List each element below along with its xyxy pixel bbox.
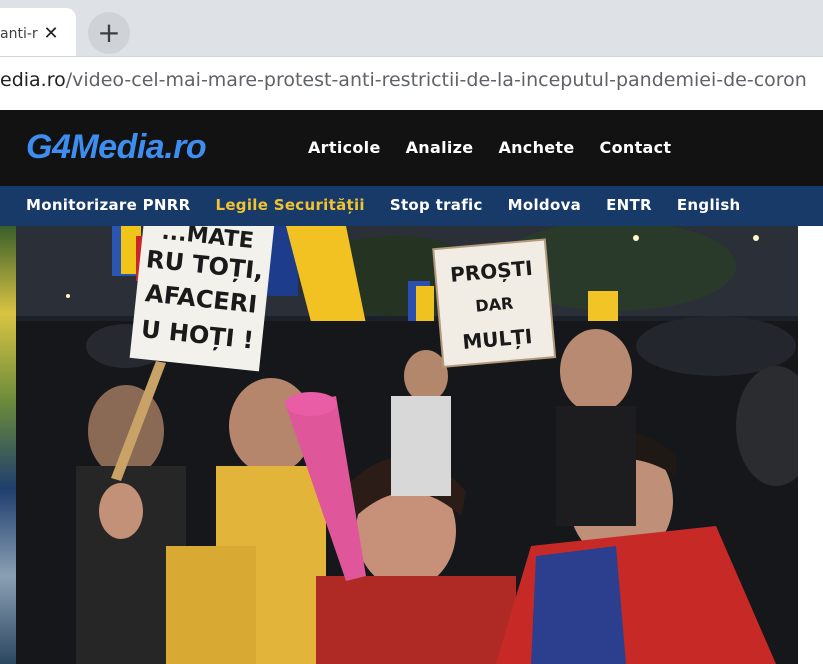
close-icon[interactable]: ✕ (40, 22, 62, 44)
browser-tab[interactable]: anti-r ✕ (0, 8, 76, 60)
nav-item-anchete[interactable]: Anchete (498, 138, 574, 157)
article-photo: ...MATE RU TOȚI, AFACERI U HOȚI ! PROȘTI… (16, 226, 798, 664)
protest-photo: ...MATE RU TOȚI, AFACERI U HOȚI ! PROȘTI… (16, 226, 798, 664)
nav-item-analize[interactable]: Analize (406, 138, 474, 157)
site-logo[interactable]: G4Media.ro (26, 128, 207, 167)
address-bar[interactable]: edia.ro/video-cel-mai-mare-protest-anti-… (0, 56, 823, 108)
browser-tab-strip: anti-r ✕ + (0, 0, 823, 64)
right-margin (798, 226, 823, 664)
url-host: edia.ro (0, 69, 66, 91)
sign-right-line-2: DAR (475, 294, 514, 316)
subnav-item-english[interactable]: English (677, 196, 741, 214)
subnav-item-legile-securitatii[interactable]: Legile Securității (215, 196, 364, 214)
subnav-item-pnrr[interactable]: Monitorizare PNRR (26, 196, 190, 214)
url-text[interactable]: edia.ro/video-cel-mai-mare-protest-anti-… (0, 69, 807, 91)
article-content: ...MATE RU TOȚI, AFACERI U HOȚI ! PROȘTI… (0, 226, 823, 664)
url-path: /video-cel-mai-mare-protest-anti-restric… (65, 69, 807, 91)
subnav-item-moldova[interactable]: Moldova (508, 196, 581, 214)
main-nav: Articole Analize Anchete Contact (308, 138, 671, 157)
secondary-nav: Monitorizare PNRR Legile Securității Sto… (0, 186, 823, 226)
nav-item-contact[interactable]: Contact (600, 138, 672, 157)
subnav-item-entr[interactable]: ENTR (606, 196, 652, 214)
nav-item-articole[interactable]: Articole (308, 138, 381, 157)
side-ad-strip (0, 226, 16, 664)
subnav-item-stop-trafic[interactable]: Stop trafic (390, 196, 483, 214)
plus-icon[interactable]: + (88, 12, 130, 54)
site-header: G4Media.ro Articole Analize Anchete Cont… (0, 110, 823, 186)
tab-title: anti-r (0, 26, 38, 42)
